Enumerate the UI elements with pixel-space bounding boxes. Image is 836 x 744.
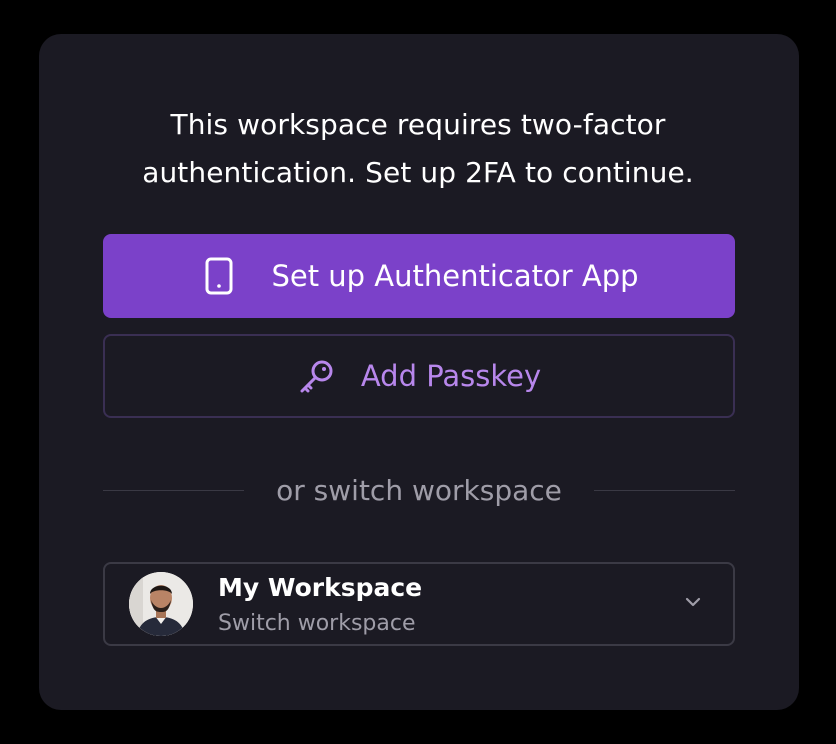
smartphone-icon bbox=[199, 256, 239, 296]
workspace-divider: or switch workspace bbox=[103, 470, 736, 510]
key-icon bbox=[297, 356, 337, 396]
add-passkey-button[interactable]: Add Passkey bbox=[103, 334, 735, 418]
divider-text: or switch workspace bbox=[276, 473, 562, 507]
divider-line-right bbox=[593, 489, 736, 491]
two-factor-message: This workspace requires two-factor authe… bbox=[0, 101, 836, 197]
setup-authenticator-label: Set up Authenticator App bbox=[271, 259, 639, 293]
workspace-switcher[interactable]: My Workspace Switch workspace bbox=[103, 562, 735, 646]
workspace-subtitle: Switch workspace bbox=[218, 611, 416, 636]
divider-line-left bbox=[103, 489, 245, 491]
message-line-1: This workspace requires two-factor bbox=[170, 108, 666, 141]
message-line-2: authentication. Set up 2FA to continue. bbox=[142, 156, 694, 189]
workspace-name: My Workspace bbox=[218, 573, 423, 602]
avatar bbox=[129, 572, 193, 636]
chevron-down-icon bbox=[681, 590, 705, 614]
add-passkey-label: Add Passkey bbox=[360, 359, 542, 393]
setup-authenticator-button[interactable]: Set up Authenticator App bbox=[103, 234, 735, 318]
